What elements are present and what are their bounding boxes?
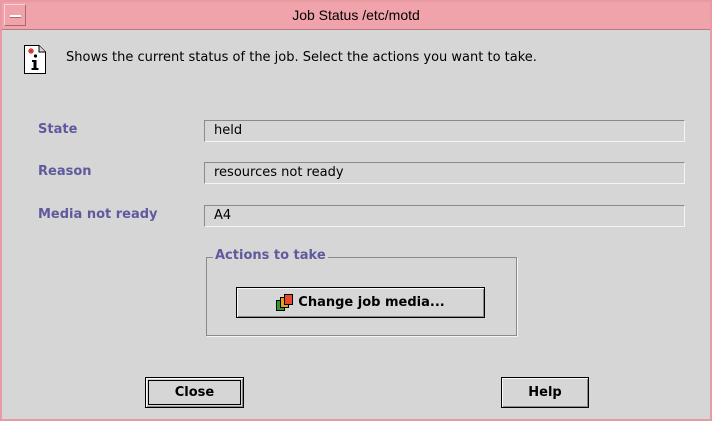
window-title: Job Status /etc/motd xyxy=(292,7,420,23)
media-not-ready-field[interactable]: A4 xyxy=(204,205,685,227)
job-status-window: Job Status /etc/motd Shows the current s… xyxy=(0,0,712,421)
reason-label: Reason xyxy=(38,164,92,179)
media-not-ready-label: Media not ready xyxy=(38,207,158,222)
change-job-media-label: Change job media... xyxy=(298,295,445,310)
help-button-label: Help xyxy=(528,385,562,400)
media-pages-icon xyxy=(276,294,294,311)
actions-group-label: Actions to take xyxy=(213,248,328,263)
info-icon xyxy=(24,45,46,74)
change-job-media-button[interactable]: Change job media... xyxy=(236,287,485,318)
state-label: State xyxy=(38,122,78,137)
title-bar[interactable]: Job Status /etc/motd xyxy=(2,2,710,30)
state-field[interactable]: held xyxy=(204,120,685,142)
help-button[interactable]: Help xyxy=(501,377,589,408)
job-status-description: Shows the current status of the job. Sel… xyxy=(66,50,537,65)
close-button[interactable]: Close xyxy=(145,377,244,408)
reason-field[interactable]: resources not ready xyxy=(204,162,685,184)
close-button-label: Close xyxy=(174,385,215,400)
